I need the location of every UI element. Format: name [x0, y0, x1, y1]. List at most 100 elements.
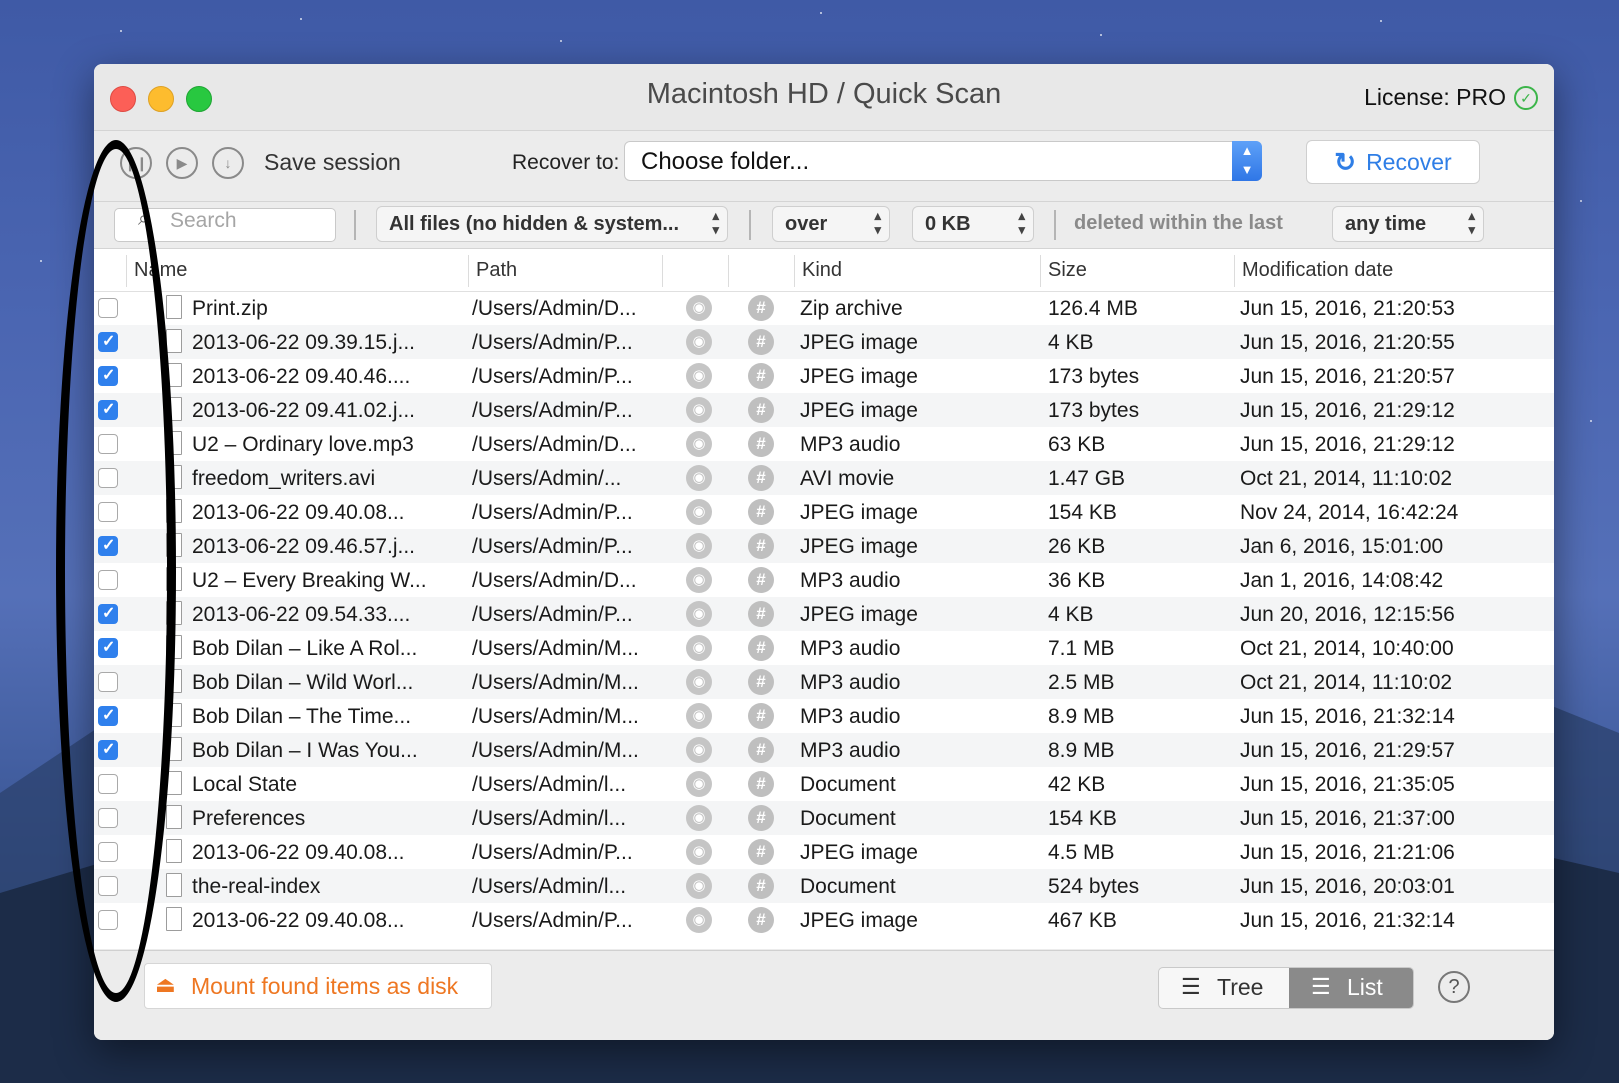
table-row[interactable]: 2013-06-22 09.40.46.... /Users/Admin/P...… [94, 359, 1554, 393]
table-row[interactable]: the-real-index/Users/Admin/l... Document 5… [94, 869, 1554, 903]
table-row[interactable]: U2 – Ordinary love.mp3/Users/Admin/D... M… [94, 427, 1554, 461]
table-row[interactable]: U2 – Every Breaking W... /Users/Admin/D..… [94, 563, 1554, 597]
table-row[interactable]: 2013-06-22 09.40.08... /Users/Admin/P... J… [94, 835, 1554, 869]
table-row[interactable]: Bob Dilan – Wild Worl... /Users/Admin/M..… [94, 665, 1554, 699]
preview-eye-icon[interactable]: ◉ [686, 533, 712, 559]
hex-view-icon[interactable]: # [748, 397, 774, 423]
preview-eye-icon[interactable]: ◉ [686, 499, 712, 525]
preview-eye-icon[interactable]: ◉ [686, 567, 712, 593]
preview-eye-icon[interactable]: ◉ [686, 839, 712, 865]
preview-eye-icon[interactable]: ◉ [686, 805, 712, 831]
table-row[interactable]: 2013-06-22 09.40.08... /Users/Admin/P... J… [94, 495, 1554, 529]
file-name: U2 – Ordinary love.mp3 [192, 433, 414, 456]
file-size: 524 bytes [1048, 875, 1140, 898]
hex-view-icon[interactable]: # [748, 805, 774, 831]
hex-view-icon[interactable]: # [748, 329, 774, 355]
preview-eye-icon[interactable]: ◉ [686, 703, 712, 729]
hex-view-icon[interactable]: # [748, 601, 774, 627]
hex-view-icon[interactable]: # [748, 737, 774, 763]
column-header-size[interactable]: Size [1048, 259, 1087, 282]
preview-eye-icon[interactable]: ◉ [686, 907, 712, 933]
time-range-select[interactable]: any time ▴ ▾ [1332, 206, 1484, 242]
table-row[interactable]: 2013-06-22 09.41.02.j... /Users/Admin/P..… [94, 393, 1554, 427]
hex-view-icon[interactable]: # [748, 669, 774, 695]
file-modification-date: Jun 15, 2016, 21:29:12 [1240, 433, 1455, 456]
file-path: /Users/Admin/P... [472, 535, 633, 558]
file-path: /Users/Admin/M... [472, 705, 639, 728]
help-button[interactable]: ? [1438, 971, 1470, 1003]
preview-eye-icon[interactable]: ◉ [686, 465, 712, 491]
file-modification-date: Jun 15, 2016, 21:32:14 [1240, 705, 1455, 728]
table-row[interactable]: Bob Dilan – The Time... /Users/Admin/M...… [94, 699, 1554, 733]
preview-eye-icon[interactable]: ◉ [686, 737, 712, 763]
table-row[interactable]: 2013-06-22 09.40.08... /Users/Admin/P... J… [94, 903, 1554, 937]
hex-view-icon[interactable]: # [748, 465, 774, 491]
recover-folder-select[interactable]: Choose folder... ▲ ▼ [624, 141, 1262, 181]
hex-view-icon[interactable]: # [748, 873, 774, 899]
preview-eye-icon[interactable]: ◉ [686, 295, 712, 321]
window-title: Macintosh HD / Quick Scan [646, 78, 1002, 110]
file-modification-date: Jun 15, 2016, 21:20:53 [1240, 297, 1455, 320]
table-row[interactable]: Bob Dilan – I Was You... /Users/Admin/M..… [94, 733, 1554, 767]
save-session-button[interactable]: Save session [264, 149, 401, 176]
hex-view-icon[interactable]: # [748, 567, 774, 593]
table-row[interactable]: Print.zip/Users/Admin/D... Zip archive 126… [94, 291, 1554, 325]
table-row[interactable]: Bob Dilan – Like A Rol... /Users/Admin/M.… [94, 631, 1554, 665]
preview-eye-icon[interactable]: ◉ [686, 873, 712, 899]
hex-view-icon[interactable]: # [748, 533, 774, 559]
preview-eye-icon[interactable]: ◉ [686, 635, 712, 661]
column-divider [1234, 255, 1235, 287]
download-icon[interactable]: ↓ [212, 147, 244, 179]
column-header-modification-date[interactable]: Modification date [1242, 259, 1393, 282]
size-value: 0 KB [925, 213, 971, 235]
hex-view-icon[interactable]: # [748, 295, 774, 321]
file-type-select[interactable]: All files (no hidden & system... ▴ ▾ [376, 206, 728, 242]
preview-eye-icon[interactable]: ◉ [686, 771, 712, 797]
preview-eye-icon[interactable]: ◉ [686, 431, 712, 457]
license-label: License: PRO [1364, 84, 1506, 110]
file-size: 8.9 MB [1048, 705, 1115, 728]
preview-eye-icon[interactable]: ◉ [686, 397, 712, 423]
table-row[interactable]: Local State/Users/Admin/l... Document 42 K… [94, 767, 1554, 801]
tree-view-button[interactable]: ☰ Tree [1159, 968, 1289, 1008]
hex-view-icon[interactable]: # [748, 839, 774, 865]
file-kind: JPEG image [800, 909, 918, 932]
file-modification-date: Jun 15, 2016, 21:37:00 [1240, 807, 1455, 830]
table-row[interactable]: freedom_writers.avi/Users/Admin/... AVI m… [94, 461, 1554, 495]
file-name: Bob Dilan – Wild Worl... [192, 671, 414, 694]
play-button[interactable]: ▶ [166, 147, 198, 179]
list-view-button[interactable]: ☰ List [1289, 968, 1413, 1008]
table-row[interactable]: 2013-06-22 09.46.57.j... /Users/Admin/P..… [94, 529, 1554, 563]
table-row[interactable]: 2013-06-22 09.39.15.j... /Users/Admin/P..… [94, 325, 1554, 359]
size-value-select[interactable]: 0 KB ▴ ▾ [912, 206, 1034, 242]
recover-button[interactable]: ↻ Recover [1306, 140, 1480, 184]
hex-view-icon[interactable]: # [748, 499, 774, 525]
tree-list-icon: ☰ [1181, 974, 1201, 999]
table-row[interactable]: Preferences/Users/Admin/l... Document 154 … [94, 801, 1554, 835]
preview-eye-icon[interactable]: ◉ [686, 669, 712, 695]
file-size: 4 KB [1048, 603, 1094, 626]
hex-view-icon[interactable]: # [748, 431, 774, 457]
file-name: 2013-06-22 09.40.08... [192, 841, 405, 864]
file-size: 2.5 MB [1048, 671, 1115, 694]
hex-view-icon[interactable]: # [748, 363, 774, 389]
table-row[interactable]: 2013-06-22 09.54.33.... /Users/Admin/P...… [94, 597, 1554, 631]
table-header: Name Path Kind Size Modification date [94, 249, 1554, 292]
hex-view-icon[interactable]: # [748, 907, 774, 933]
hex-view-icon[interactable]: # [748, 771, 774, 797]
file-kind: JPEG image [800, 535, 918, 558]
column-header-path[interactable]: Path [476, 259, 517, 282]
deleted-within-label: deleted within the last [1074, 212, 1283, 234]
hex-view-icon[interactable]: # [748, 703, 774, 729]
mount-as-disk-button[interactable]: ⏏ Mount found items as disk [144, 963, 492, 1009]
size-operator-select[interactable]: over ▴ ▾ [772, 206, 890, 242]
file-size: 154 KB [1048, 501, 1117, 524]
preview-eye-icon[interactable]: ◉ [686, 601, 712, 627]
hex-view-icon[interactable]: # [748, 635, 774, 661]
file-name: U2 – Every Breaking W... [192, 569, 427, 592]
preview-eye-icon[interactable]: ◉ [686, 329, 712, 355]
file-size: 1.47 GB [1048, 467, 1126, 490]
column-header-kind[interactable]: Kind [802, 259, 842, 282]
file-path: /Users/Admin/D... [472, 569, 637, 592]
preview-eye-icon[interactable]: ◉ [686, 363, 712, 389]
